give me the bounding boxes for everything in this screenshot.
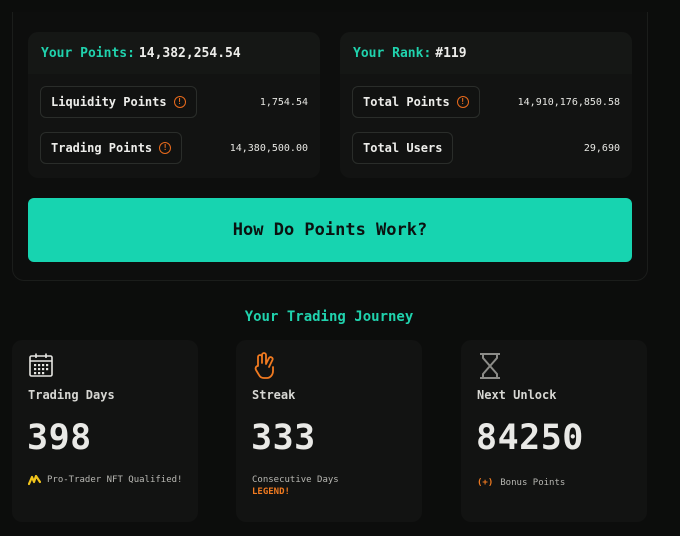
- trading-days-card: Trading Days 398 Pro-Trader NFT Qualifie…: [12, 340, 198, 522]
- streak-value: 333: [251, 418, 316, 458]
- streak-card: Streak 333 Consecutive Days LEGEND!: [236, 340, 422, 522]
- info-icon[interactable]: !: [173, 96, 186, 108]
- how-points-work-button[interactable]: How Do Points Work?: [28, 198, 632, 262]
- points-label: Your Points:: [41, 45, 135, 61]
- info-icon[interactable]: !: [456, 96, 469, 108]
- total-users-value: 29,690: [583, 142, 620, 154]
- points-value: 14,382,254.54: [138, 45, 241, 61]
- rank-value: #119: [435, 45, 467, 61]
- trading-points-label: Trading Points: [51, 141, 153, 155]
- rank-card: Your Rank: #119 Total Points ! 14,910,17…: [340, 32, 632, 178]
- streak-label: Streak: [252, 388, 296, 402]
- calendar-icon: [28, 352, 54, 382]
- total-points-pill[interactable]: Total Points !: [352, 86, 480, 118]
- journey-title: Your Trading Journey: [244, 309, 414, 325]
- total-users-row: Total Users 29,690: [352, 131, 620, 165]
- points-header: Your Points: 14,382,254.54: [28, 32, 320, 74]
- liquidity-points-row: Liquidity Points ! 1,754.54: [40, 85, 308, 119]
- plus-icon: (+): [477, 478, 494, 488]
- trading-points-pill[interactable]: Trading Points !: [40, 132, 183, 164]
- hourglass-icon: [477, 352, 503, 384]
- total-users-label: Total Users: [363, 141, 443, 155]
- trading-points-value: 14,380,500.00: [229, 142, 308, 154]
- total-points-label: Total Points: [363, 95, 450, 109]
- liquidity-points-value: 1,754.54: [259, 96, 308, 108]
- rank-header: Your Rank: #119: [340, 32, 632, 74]
- trading-days-label: Trading Days: [28, 388, 115, 402]
- info-icon[interactable]: !: [159, 142, 172, 154]
- peace-hand-icon: [252, 352, 278, 384]
- legend-badge: LEGEND!: [252, 487, 290, 497]
- bonus-points-note: (+) Bonus Points: [477, 477, 565, 489]
- next-unlock-card: Next Unlock 84250 (+) Bonus Points: [461, 340, 647, 522]
- trading-points-row: Trading Points ! 14,380,500.00: [40, 131, 308, 165]
- total-points-row: Total Points ! 14,910,176,850.58: [352, 85, 620, 119]
- streak-note: Consecutive Days LEGEND!: [252, 474, 339, 498]
- total-users-pill: Total Users: [352, 132, 454, 164]
- next-unlock-label: Next Unlock: [477, 388, 557, 402]
- consecutive-days-text: Consecutive Days: [252, 475, 339, 485]
- points-card: Your Points: 14,382,254.54 Liquidity Poi…: [28, 32, 320, 178]
- total-points-value: 14,910,176,850.58: [517, 96, 620, 108]
- liquidity-points-label: Liquidity Points: [51, 95, 167, 109]
- trading-days-value: 398: [27, 418, 92, 458]
- nft-qualified-note: Pro-Trader NFT Qualified!: [28, 474, 182, 486]
- bonus-points-text: Bonus Points: [500, 478, 566, 488]
- liquidity-points-pill[interactable]: Liquidity Points !: [40, 86, 197, 118]
- nft-qualified-text: Pro-Trader NFT Qualified!: [47, 475, 183, 485]
- nft-badge-icon: [28, 474, 41, 486]
- next-unlock-value: 84250: [476, 418, 584, 458]
- rank-label: Your Rank:: [353, 45, 432, 61]
